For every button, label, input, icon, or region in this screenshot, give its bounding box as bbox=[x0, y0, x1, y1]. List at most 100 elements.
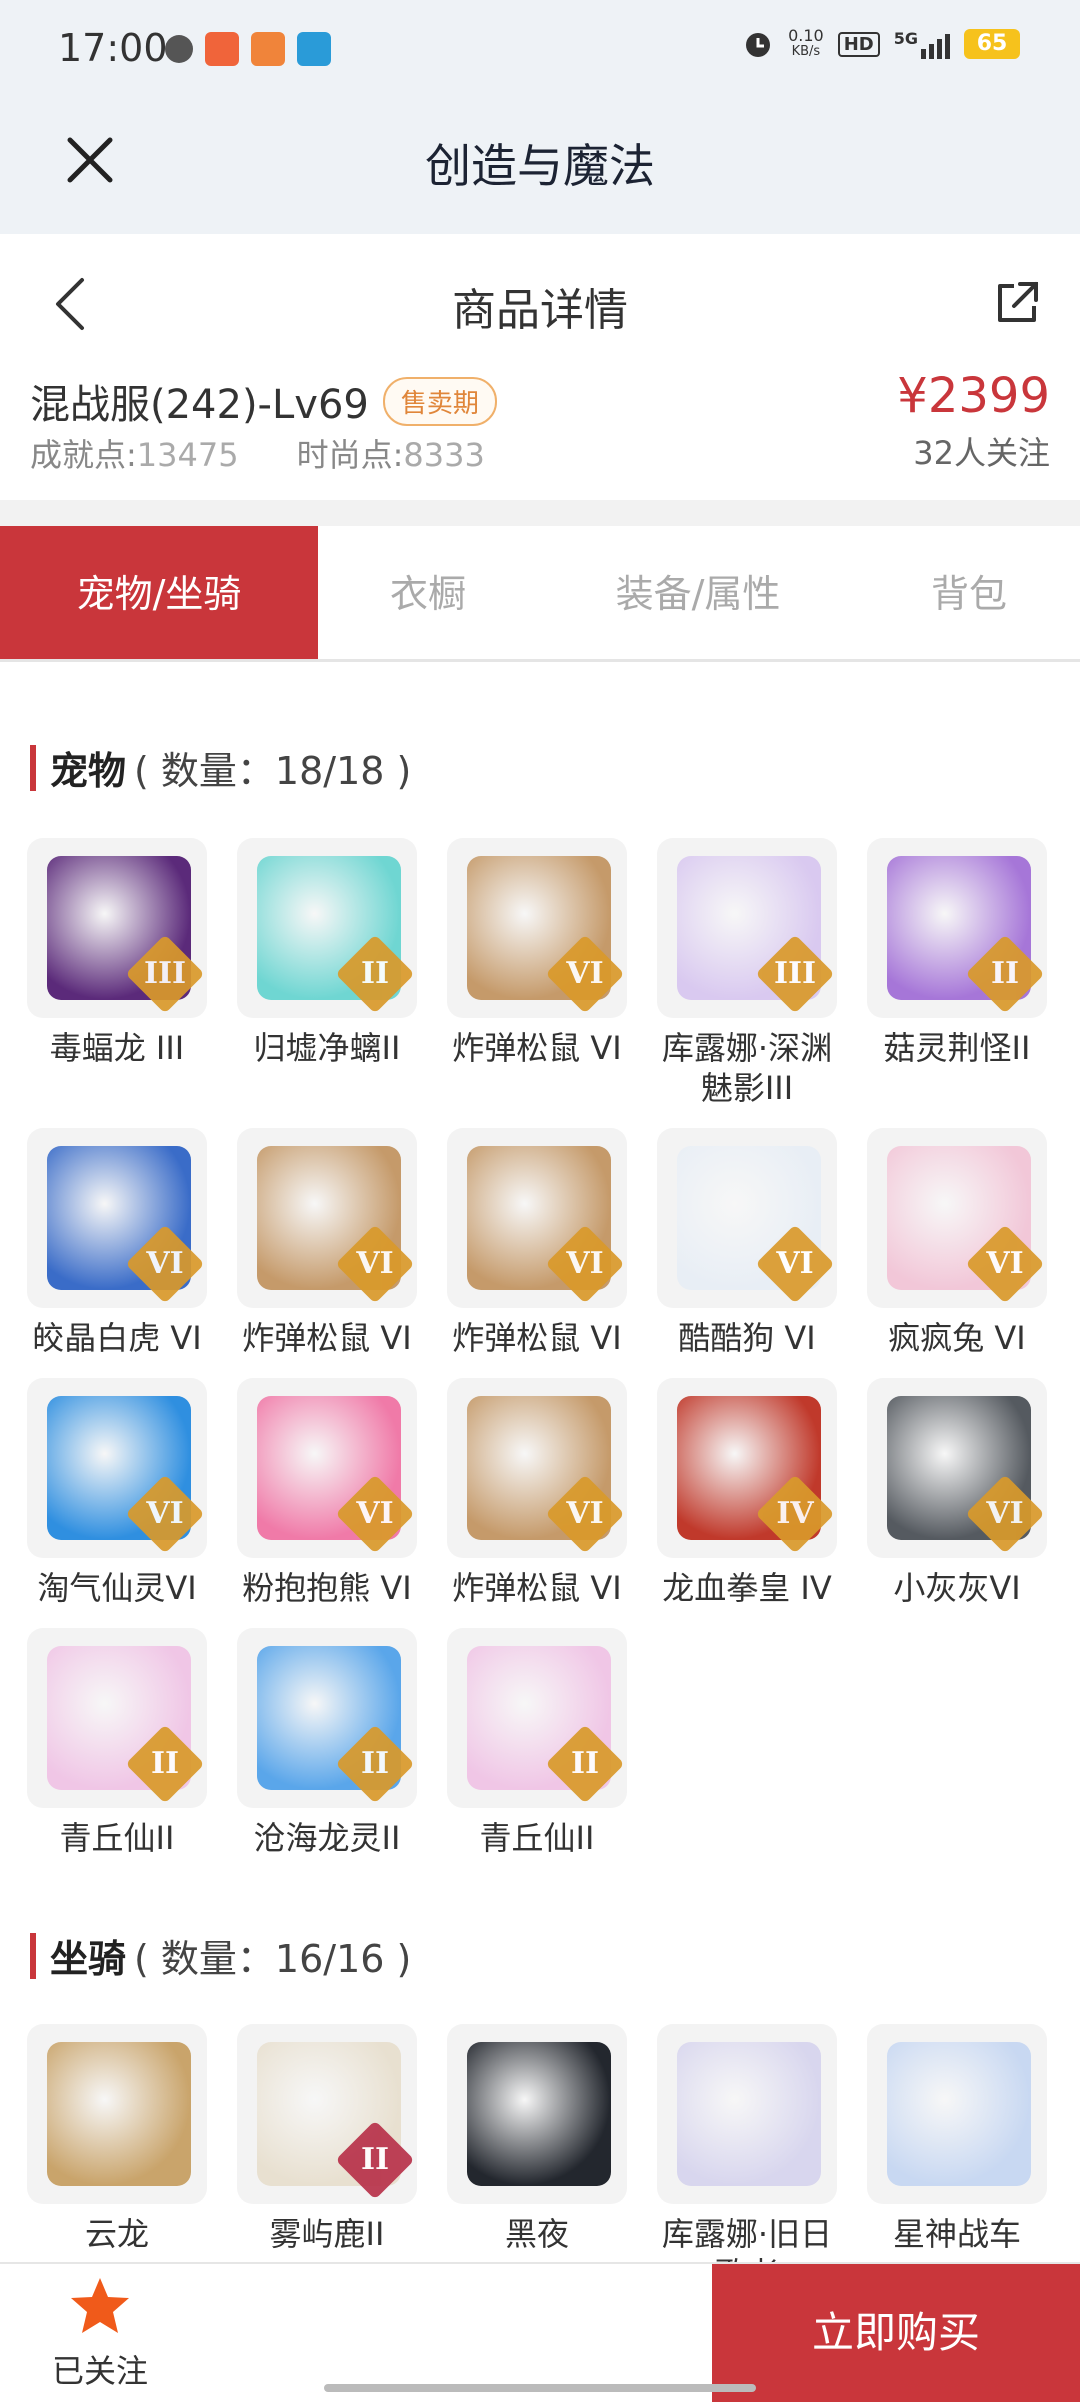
bottom-bar: 已关注 立即购买 bbox=[0, 2262, 1080, 2402]
item-thumbnail: VI bbox=[27, 1378, 207, 1558]
follow-button[interactable]: 已关注 bbox=[40, 2274, 160, 2392]
item-card[interactable]: VI 粉抱抱熊 VI bbox=[222, 1378, 432, 1608]
item-name: 雾屿鹿II bbox=[269, 2215, 385, 2253]
item-card[interactable]: VI 酷酷狗 VI bbox=[642, 1128, 852, 1358]
page-title: 商品详情 bbox=[452, 285, 628, 336]
item-card[interactable]: 云龙 bbox=[12, 2024, 222, 2254]
app-notification-icon bbox=[205, 32, 239, 66]
pets-section-title: 宠物 ( 数量：18/18 ) bbox=[30, 740, 411, 795]
tab-equipment[interactable]: 装备/属性 bbox=[538, 526, 858, 659]
mounts-section-title: 坐骑 ( 数量：16/16 ) bbox=[30, 1928, 411, 1983]
app-title: 创造与魔法 bbox=[425, 139, 655, 193]
tier-badge: VI bbox=[335, 1224, 415, 1304]
item-name: 黑夜 bbox=[504, 2215, 569, 2253]
item-thumbnail: VI bbox=[447, 838, 627, 1018]
item-card[interactable]: VI 淘气仙灵VI bbox=[12, 1378, 222, 1608]
battery-icon: 65 bbox=[964, 29, 1020, 59]
item-card[interactable]: VI 炸弹松鼠 VI bbox=[432, 1378, 642, 1608]
tab-backpack[interactable]: 背包 bbox=[858, 526, 1080, 659]
follow-label: 已关注 bbox=[51, 2352, 148, 2390]
item-name: 炸弹松鼠 VI bbox=[242, 1319, 412, 1357]
share-icon[interactable] bbox=[992, 278, 1042, 328]
item-name: 炸弹松鼠 VI bbox=[452, 1029, 622, 1067]
item-thumbnail: III bbox=[657, 838, 837, 1018]
tier-badge: II bbox=[335, 1724, 415, 1804]
price: ¥2399 bbox=[897, 368, 1050, 424]
item-name: 青丘仙II bbox=[59, 1819, 175, 1857]
item-name: 星神战车 bbox=[892, 2215, 1021, 2253]
item-thumbnail: VI bbox=[447, 1378, 627, 1558]
tier-badge: II bbox=[965, 934, 1045, 1014]
buy-now-button[interactable]: 立即购买 bbox=[712, 2264, 1080, 2402]
item-image bbox=[887, 2042, 1031, 2186]
item-card[interactable]: 黑夜 bbox=[432, 2024, 642, 2254]
tier-badge: II bbox=[125, 1724, 205, 1804]
network-type: 5G bbox=[893, 29, 918, 48]
app-top-bar: 创造与魔法 bbox=[0, 100, 1080, 234]
item-card[interactable]: III 毒蝠龙 III bbox=[12, 838, 222, 1068]
item-card[interactable]: IV 龙血拳皇 IV bbox=[642, 1378, 852, 1608]
tab-pets-mounts[interactable]: 宠物/坐骑 bbox=[0, 526, 318, 659]
hd-icon: HD bbox=[837, 31, 880, 57]
app-notification-icon bbox=[297, 32, 331, 66]
tier-badge: III bbox=[125, 934, 205, 1014]
item-thumbnail bbox=[657, 2024, 837, 2204]
item-name: 库露娜·深渊魅影III bbox=[661, 1029, 833, 1107]
item-name: 淘气仙灵VI bbox=[37, 1569, 197, 1607]
tier-badge: VI bbox=[125, 1224, 205, 1304]
app-notification-icon bbox=[251, 32, 285, 66]
item-card[interactable]: II 菇灵荆怪II bbox=[852, 838, 1062, 1068]
nav-bar: 商品详情 bbox=[0, 234, 1080, 364]
item-thumbnail: VI bbox=[867, 1378, 1047, 1558]
item-card[interactable]: VI 炸弹松鼠 VI bbox=[432, 838, 642, 1068]
star-icon bbox=[71, 2278, 129, 2333]
item-thumbnail bbox=[867, 2024, 1047, 2204]
item-image bbox=[467, 2042, 611, 2186]
item-thumbnail: VI bbox=[237, 1128, 417, 1308]
item-name: 小灰灰VI bbox=[893, 1569, 1021, 1607]
achievement-points: 成就点:13475 bbox=[30, 436, 239, 474]
item-thumbnail bbox=[27, 2024, 207, 2204]
item-card[interactable]: VI 小灰灰VI bbox=[852, 1378, 1062, 1608]
item-thumbnail: IV bbox=[657, 1378, 837, 1558]
tier-badge: II bbox=[335, 934, 415, 1014]
item-card[interactable]: II 沧海龙灵II bbox=[222, 1628, 432, 1858]
item-card[interactable]: VI 炸弹松鼠 VI bbox=[222, 1128, 432, 1358]
tier-badge: VI bbox=[965, 1224, 1045, 1304]
tier-badge: VI bbox=[335, 1474, 415, 1554]
item-thumbnail: II bbox=[447, 1628, 627, 1808]
status-time: 17:00 bbox=[58, 26, 168, 70]
item-name: 龙血拳皇 IV bbox=[662, 1569, 832, 1607]
item-card[interactable]: VI 皎晶白虎 VI bbox=[12, 1128, 222, 1358]
item-thumbnail: II bbox=[237, 838, 417, 1018]
item-name: 疯疯兔 VI bbox=[888, 1319, 1026, 1357]
status-bar: 17:00 0.10 KB/s HD 5G 65 bbox=[0, 0, 1080, 100]
item-name: 菇灵荆怪II bbox=[883, 1029, 1031, 1067]
product-stats: 成就点:13475 时尚点:8333 bbox=[30, 430, 485, 476]
item-card[interactable]: III 库露娜·深渊魅影III bbox=[642, 838, 852, 1108]
item-card[interactable]: VI 疯疯兔 VI bbox=[852, 1128, 1062, 1358]
item-card[interactable]: 库露娜·旧日歌者 bbox=[642, 2024, 852, 2294]
tab-bar: 宠物/坐骑 衣橱 装备/属性 背包 bbox=[0, 526, 1080, 662]
item-thumbnail: II bbox=[27, 1628, 207, 1808]
item-card[interactable]: II 青丘仙II bbox=[432, 1628, 642, 1858]
item-thumbnail: II bbox=[867, 838, 1047, 1018]
item-thumbnail: III bbox=[27, 838, 207, 1018]
item-name: 酷酷狗 VI bbox=[678, 1319, 816, 1357]
signal-icon: 5G bbox=[894, 29, 950, 59]
item-card[interactable]: 星神战车 bbox=[852, 2024, 1062, 2254]
tier-badge: VI bbox=[545, 934, 625, 1014]
followers-count: 32人关注 bbox=[913, 434, 1050, 472]
item-thumbnail: VI bbox=[237, 1378, 417, 1558]
tier-badge: II bbox=[335, 2120, 415, 2200]
item-thumbnail bbox=[447, 2024, 627, 2204]
tier-badge: VI bbox=[545, 1474, 625, 1554]
tier-badge: VI bbox=[545, 1224, 625, 1304]
item-card[interactable]: VI 炸弹松鼠 VI bbox=[432, 1128, 642, 1358]
product-header: 混战服(242)-Lv69 售卖期 bbox=[30, 372, 497, 430]
item-card[interactable]: II 归墟净螭II bbox=[222, 838, 432, 1068]
item-card[interactable]: II 青丘仙II bbox=[12, 1628, 222, 1858]
item-thumbnail: II bbox=[237, 1628, 417, 1808]
tab-wardrobe[interactable]: 衣橱 bbox=[318, 526, 538, 659]
item-card[interactable]: II 雾屿鹿II bbox=[222, 2024, 432, 2254]
